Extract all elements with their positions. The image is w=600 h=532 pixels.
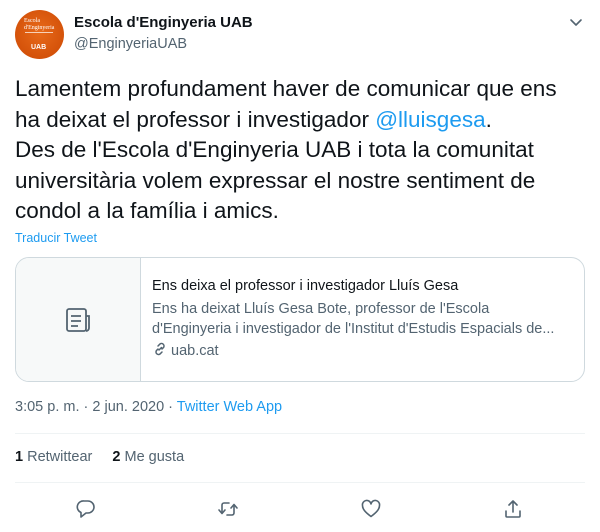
retweets-stat[interactable]: 1 Retwittear (15, 449, 92, 465)
translate-tweet-link[interactable]: Traducir Tweet (15, 231, 97, 245)
tweet-line-text: ha deixat el professor i investigador (15, 106, 376, 132)
tweet-source[interactable]: Twitter Web App (177, 399, 282, 415)
avatar[interactable]: Escola d'Enginyeria UAB (15, 10, 64, 59)
likes-label: Me gusta (124, 449, 185, 465)
account-name[interactable]: Escola d'Enginyeria UAB (74, 14, 253, 31)
tweet-text: Lamentem profundament haver de comunicar… (15, 74, 590, 227)
tweet-line: Des de l'Escola d'Enginyeria UAB i tota … (15, 137, 534, 162)
avatar-logo-uab: UAB (31, 44, 47, 51)
meta-separator: · (79, 399, 93, 415)
avatar-logo-line (25, 32, 53, 33)
action-bar (0, 496, 600, 522)
tweet-date[interactable]: 2 jun. 2020 (92, 399, 164, 415)
heart-icon[interactable] (358, 496, 384, 522)
divider (15, 482, 585, 483)
divider (15, 433, 585, 434)
tweet-line: Lamentem profundament haver de comunicar… (15, 76, 557, 101)
card-desc-line: Ens ha deixat Lluís Gesa Bote, professor… (152, 301, 490, 317)
reply-icon[interactable] (73, 496, 99, 522)
link-card[interactable]: Ens deixa el professor i investigador Ll… (15, 257, 585, 382)
tweet-line: universitària volem expressar el nostre … (15, 167, 536, 193)
card-title: Ens deixa el professor i investigador Ll… (152, 278, 459, 294)
account-handle[interactable]: @EnginyeriaUAB (74, 36, 187, 52)
retweets-label: Retwittear (27, 449, 93, 465)
tweet-line: ha deixat el professor i investigador @l… (15, 105, 590, 136)
card-thumbnail (16, 258, 141, 381)
chevron-down-icon[interactable] (568, 14, 584, 30)
tweet-stats: 1 Retwittear 2 Me gusta (15, 449, 184, 465)
tweet-line: condol a la família i amics. (15, 198, 279, 223)
avatar-logo-text: Escola d'Enginyeria (24, 18, 55, 31)
tweet-time[interactable]: 3:05 p. m. (15, 399, 79, 415)
card-domain: uab.cat (152, 341, 577, 361)
card-domain-text: uab.cat (171, 343, 219, 359)
mention-link[interactable]: @lluisgesa (375, 107, 485, 132)
likes-stat[interactable]: 2 Me gusta (112, 449, 184, 465)
card-description: Ens ha deixat Lluís Gesa Bote, professor… (152, 299, 577, 339)
tweet-meta: 3:05 p. m. · 2 jun. 2020 · Twitter Web A… (15, 399, 282, 415)
likes-count: 2 (112, 449, 121, 465)
meta-separator: · (164, 399, 177, 415)
card-body: Ens deixa el professor i investigador Ll… (152, 278, 577, 361)
share-icon[interactable] (500, 496, 526, 522)
retweets-count: 1 (15, 449, 24, 465)
link-icon (152, 341, 168, 361)
tweet-line-text: . (485, 106, 492, 132)
retweet-icon[interactable] (215, 496, 241, 522)
card-desc-line: d'Enginyeria i investigador de l'Institu… (152, 321, 555, 337)
